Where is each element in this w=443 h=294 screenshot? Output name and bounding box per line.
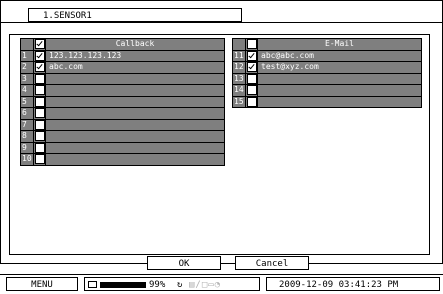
checkbox-icon	[246, 50, 257, 61]
datetime: 2009-12-09 03:41:23 PM	[266, 277, 440, 291]
callback-value-field[interactable]: 123.123.123.123	[45, 49, 225, 62]
callback-value-field[interactable]: abc.com	[45, 61, 225, 74]
row-number: 11	[232, 49, 246, 62]
callback-row: 5	[20, 95, 225, 108]
row-number: 4	[20, 84, 34, 97]
callback-row-checkbox[interactable]	[33, 61, 46, 74]
checkbox-icon	[34, 119, 45, 130]
checkbox-icon	[246, 96, 257, 107]
callback-row: 10	[20, 153, 225, 166]
callback-row-checkbox[interactable]	[33, 72, 46, 85]
row-number: 15	[232, 95, 246, 108]
email-table: E-Mail 11 abc@abc.com 12 test@xyz.com 13 14 15	[232, 38, 422, 108]
status-icons-dimmed: ▤∕□▭◔	[189, 280, 222, 290]
checkbox-icon	[34, 108, 45, 118]
email-value-field[interactable]: test@xyz.com	[257, 61, 422, 74]
checkbox-icon	[34, 73, 45, 84]
tab-divider	[0, 22, 443, 23]
disk-percent: 99%	[149, 280, 166, 290]
row-number: 7	[20, 118, 34, 131]
checkbox-icon	[34, 85, 45, 95]
email-value-field[interactable]: abc@abc.com	[257, 49, 422, 62]
email-value-field[interactable]	[257, 84, 422, 97]
checkbox-icon	[34, 39, 45, 49]
callback-value-field[interactable]	[45, 153, 225, 166]
callback-header-row: Callback	[20, 38, 225, 51]
tab-sensor[interactable]: 1.SENSOR1	[28, 8, 242, 22]
callback-header: Callback	[45, 38, 225, 51]
row-number: 3	[20, 72, 34, 85]
header-num-cell	[20, 38, 34, 51]
refresh-icon: ↻	[177, 280, 183, 290]
row-number: 9	[20, 141, 34, 154]
email-value-field[interactable]	[257, 72, 422, 85]
email-row-checkbox[interactable]	[245, 49, 258, 62]
checkbox-icon	[246, 39, 257, 49]
callback-row: 8	[20, 130, 225, 143]
checkbox-icon	[34, 131, 45, 141]
callback-value-field[interactable]	[45, 84, 225, 97]
row-number: 2	[20, 61, 34, 74]
email-value-field[interactable]	[257, 95, 422, 108]
email-row: 15	[232, 95, 422, 108]
disk-usage-bar	[100, 282, 146, 288]
callback-value-field[interactable]	[45, 118, 225, 131]
disk-icon	[88, 281, 97, 288]
email-row: 14	[232, 84, 422, 97]
callback-row-checkbox[interactable]	[33, 141, 46, 154]
callback-row: 7	[20, 118, 225, 131]
header-num-cell	[232, 38, 246, 51]
callback-row-checkbox[interactable]	[33, 153, 46, 166]
checkbox-icon	[246, 85, 257, 95]
callback-value-field[interactable]	[45, 130, 225, 143]
cancel-button[interactable]: Cancel	[235, 256, 309, 270]
row-number: 14	[232, 84, 246, 97]
row-number: 1	[20, 49, 34, 62]
email-select-all[interactable]	[245, 38, 258, 51]
checkbox-icon	[246, 62, 257, 72]
menu-button[interactable]: MENU	[6, 277, 78, 291]
callback-value-field[interactable]	[45, 95, 225, 108]
email-row: 12 test@xyz.com	[232, 61, 422, 74]
row-number: 5	[20, 95, 34, 108]
checkbox-icon	[246, 73, 257, 84]
row-number: 12	[232, 61, 246, 74]
callback-value-field[interactable]	[45, 72, 225, 85]
checkbox-icon	[34, 62, 45, 72]
checkbox-icon	[34, 50, 45, 61]
row-number: 6	[20, 107, 34, 120]
callback-value-field[interactable]	[45, 107, 225, 120]
email-header: E-Mail	[257, 38, 422, 51]
system-status: 99% ↻ ▤∕□▭◔	[84, 277, 260, 291]
callback-value-field[interactable]	[45, 141, 225, 154]
callback-row: 9	[20, 141, 225, 154]
checkbox-icon	[34, 96, 45, 107]
callback-row: 4	[20, 84, 225, 97]
checkbox-icon	[34, 154, 45, 164]
callback-row-checkbox[interactable]	[33, 84, 46, 97]
ok-button[interactable]: OK	[147, 256, 221, 270]
callback-row-checkbox[interactable]	[33, 49, 46, 62]
email-header-row: E-Mail	[232, 38, 422, 51]
email-row: 13	[232, 72, 422, 85]
email-row-checkbox[interactable]	[245, 95, 258, 108]
callback-row-checkbox[interactable]	[33, 107, 46, 120]
email-row-checkbox[interactable]	[245, 84, 258, 97]
callback-select-all[interactable]	[33, 38, 46, 51]
row-number: 13	[232, 72, 246, 85]
callback-row-checkbox[interactable]	[33, 95, 46, 108]
email-row-checkbox[interactable]	[245, 61, 258, 74]
email-row-checkbox[interactable]	[245, 72, 258, 85]
callback-row: 6	[20, 107, 225, 120]
checkbox-icon	[34, 142, 45, 153]
row-number: 8	[20, 130, 34, 143]
callback-row-checkbox[interactable]	[33, 130, 46, 143]
row-number: 10	[20, 153, 34, 166]
email-row: 11 abc@abc.com	[232, 49, 422, 62]
callback-row: 1 123.123.123.123	[20, 49, 225, 62]
callback-row: 3	[20, 72, 225, 85]
callback-row-checkbox[interactable]	[33, 118, 46, 131]
callback-table: Callback 1 123.123.123.123 2 abc.com 3 4 5 6 7 8 9…	[20, 38, 225, 166]
callback-row: 2 abc.com	[20, 61, 225, 74]
